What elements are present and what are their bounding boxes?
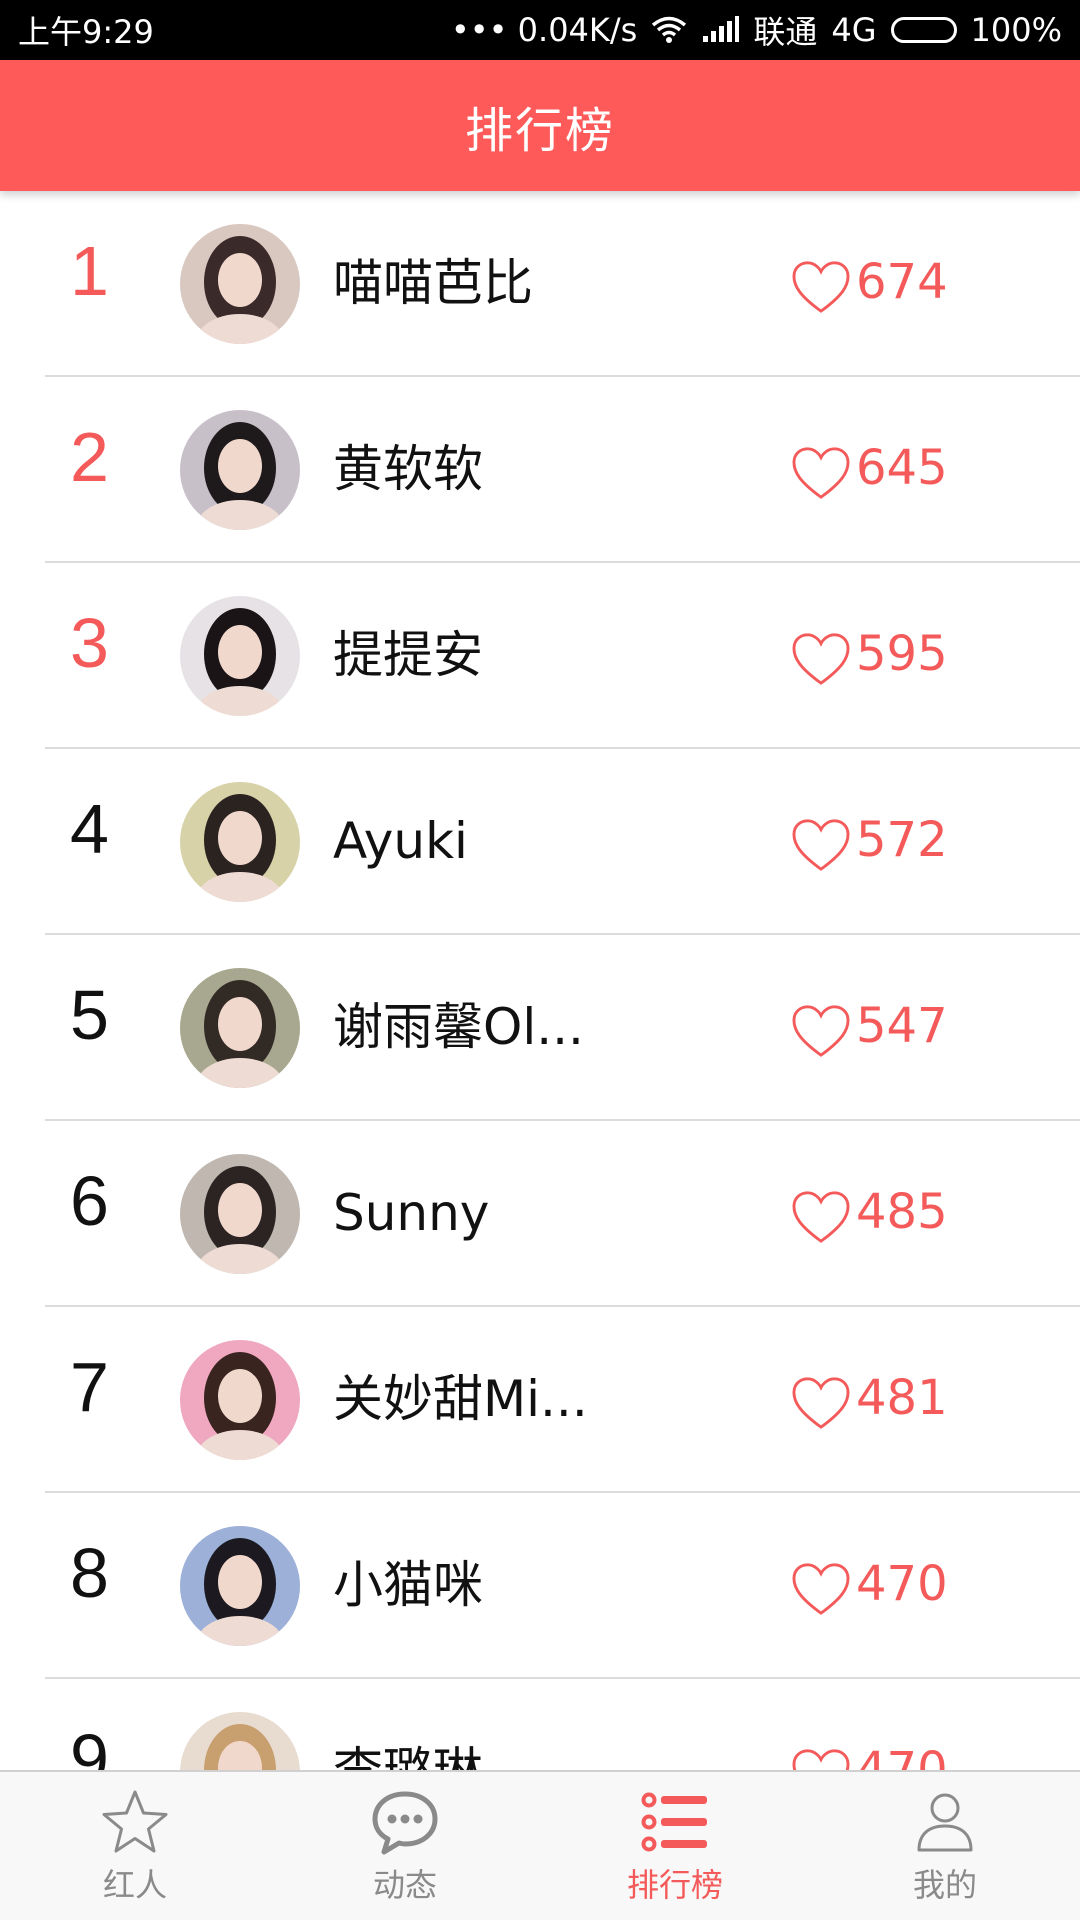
carrier-label: 联通 (753, 13, 818, 51)
like-count[interactable]: 470 (790, 1737, 948, 1770)
list-item[interactable]: 9 李璐琳 470 (0, 1679, 1080, 1770)
rank-number: 6 (70, 1162, 109, 1240)
app-header: 排行榜 (0, 60, 1080, 191)
like-number: 674 (856, 254, 948, 310)
avatar-image (180, 968, 300, 1088)
nav-label: 动态 (372, 1866, 437, 1904)
list-item[interactable]: 8 小猫咪 470 (0, 1493, 1080, 1679)
nav-label: 排行榜 (626, 1866, 723, 1904)
heart-icon[interactable] (790, 1189, 852, 1245)
rank-number: 5 (70, 976, 109, 1054)
nav-item-ranking[interactable]: 排行榜 (540, 1772, 810, 1920)
user-name: 小猫咪 (333, 1556, 483, 1614)
avatar[interactable] (180, 1712, 300, 1770)
heart-icon[interactable] (790, 1747, 852, 1770)
status-bar: 上午9:29 ••• 0.04K/s 联通 4G 100% (0, 0, 1080, 60)
avatar[interactable] (180, 224, 300, 344)
like-count[interactable]: 572 (790, 807, 948, 873)
status-time: 上午9:29 (18, 13, 154, 51)
like-count[interactable]: 645 (790, 435, 948, 501)
user-name: 谢雨馨Ol... (333, 998, 584, 1056)
nav-item-hongren[interactable]: 红人 (0, 1772, 270, 1920)
ranking-list-icon (641, 1792, 707, 1852)
avatar-image (180, 1526, 300, 1646)
like-number: 470 (856, 1742, 948, 1770)
avatar[interactable] (180, 1526, 300, 1646)
like-number: 595 (856, 626, 948, 682)
rank-number: 1 (70, 232, 109, 310)
nav-label: 我的 (912, 1866, 977, 1904)
like-number: 481 (856, 1370, 948, 1426)
user-name: 提提安 (333, 626, 483, 684)
rank-number: 7 (70, 1348, 109, 1426)
nav-item-dongtai[interactable]: 动态 (270, 1772, 540, 1920)
status-right: ••• 0.04K/s 联通 4G 100% (451, 7, 1062, 53)
star-icon (102, 1790, 168, 1853)
signal-icon (701, 16, 740, 44)
user-name: 黄软软 (333, 440, 483, 498)
like-count[interactable]: 485 (790, 1179, 948, 1245)
like-number: 485 (856, 1184, 948, 1240)
nav-label: 红人 (102, 1866, 167, 1904)
list-item[interactable]: 4 Ayuki 572 (0, 749, 1080, 935)
user-icon (917, 1793, 973, 1852)
list-item[interactable]: 1 喵喵芭比 674 (0, 191, 1080, 377)
like-number: 470 (856, 1556, 948, 1612)
user-name: 关妙甜Mi... (333, 1370, 588, 1428)
heart-icon[interactable] (790, 1375, 852, 1431)
avatar-image (180, 1712, 300, 1770)
avatar[interactable] (180, 968, 300, 1088)
heart-icon[interactable] (790, 1003, 852, 1059)
network-speed: ••• 0.04K/s (450, 11, 638, 49)
user-name: Sunny (333, 1184, 490, 1242)
avatar[interactable] (180, 596, 300, 716)
avatar-image (180, 782, 300, 902)
battery-icon (890, 17, 957, 43)
avatar-image (180, 596, 300, 716)
battery-level: 100% (970, 11, 1062, 49)
heart-icon[interactable] (790, 259, 852, 315)
like-count[interactable]: 674 (790, 249, 948, 315)
user-name: Ayuki (333, 812, 468, 870)
rank-number: 4 (70, 790, 109, 868)
rank-number: 8 (70, 1534, 109, 1612)
heart-icon[interactable] (790, 1561, 852, 1617)
rank-number: 9 (70, 1720, 109, 1770)
avatar-image (180, 1340, 300, 1460)
rank-number: 2 (70, 418, 109, 496)
rank-number: 3 (70, 604, 109, 682)
network-type: 4G (831, 11, 877, 49)
avatar-image (180, 224, 300, 344)
list-item[interactable]: 2 黄软软 645 (0, 377, 1080, 563)
avatar[interactable] (180, 1154, 300, 1274)
page-title: 排行榜 (464, 102, 615, 159)
avatar[interactable] (180, 782, 300, 902)
bottom-nav: 红人 动态 排行榜 我的 (0, 1770, 1080, 1920)
avatar[interactable] (180, 410, 300, 530)
like-count[interactable]: 595 (790, 621, 948, 687)
like-count[interactable]: 481 (790, 1365, 948, 1431)
list-item[interactable]: 5 谢雨馨Ol... 547 (0, 935, 1080, 1121)
user-name: 喵喵芭比 (333, 254, 533, 312)
like-count[interactable]: 547 (790, 993, 948, 1059)
heart-icon[interactable] (790, 817, 852, 873)
list-item[interactable]: 6 Sunny 485 (0, 1121, 1080, 1307)
heart-icon[interactable] (790, 445, 852, 501)
chat-bubble-icon (372, 1791, 438, 1855)
nav-item-mine[interactable]: 我的 (810, 1772, 1080, 1920)
like-number: 547 (856, 998, 948, 1054)
list-item[interactable]: 3 提提安 595 (0, 563, 1080, 749)
user-name: 李璐琳 (333, 1739, 483, 1770)
like-number: 572 (856, 812, 948, 868)
like-number: 645 (856, 440, 948, 496)
avatar-image (180, 410, 300, 530)
wifi-icon (651, 16, 687, 44)
list-item[interactable]: 7 关妙甜Mi... 481 (0, 1307, 1080, 1493)
like-count[interactable]: 470 (790, 1551, 948, 1617)
heart-icon[interactable] (790, 631, 852, 687)
ranking-list[interactable]: 1 喵喵芭比 674 2 黄软软 645 3 提提安 595 4 Ayuki 5… (0, 191, 1080, 1770)
avatar[interactable] (180, 1340, 300, 1460)
avatar-image (180, 1154, 300, 1274)
